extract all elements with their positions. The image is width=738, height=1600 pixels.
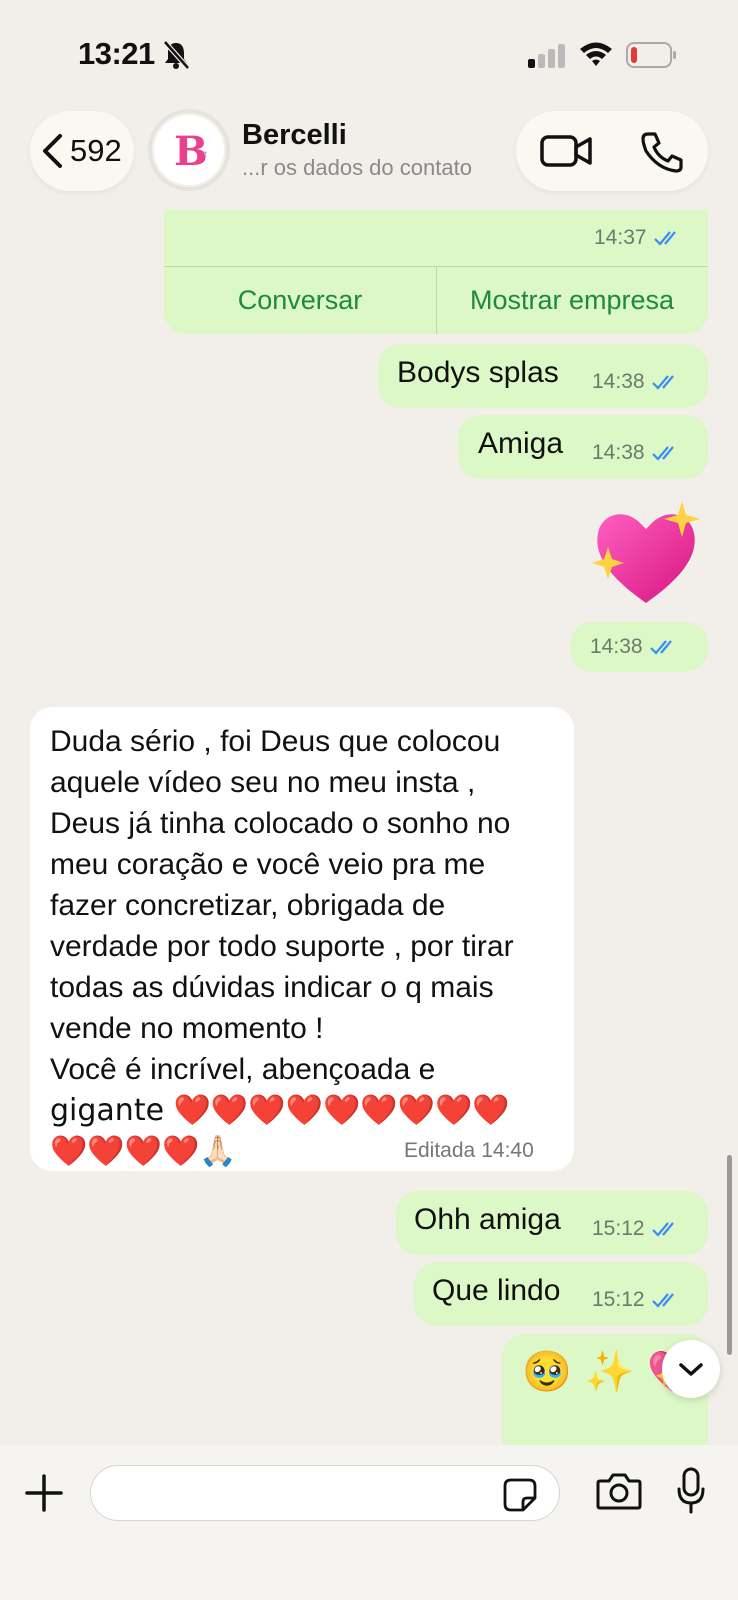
call-actions (516, 111, 708, 191)
message-line: aquele vídeo seu no meu insta , (50, 766, 476, 799)
message-time: 14:38 (592, 441, 645, 464)
chevron-down-icon (679, 1363, 703, 1376)
avatar-logo-icon: B (159, 120, 219, 180)
phone-call-icon[interactable] (640, 131, 684, 173)
message-text: Amiga (478, 427, 564, 460)
message-meta: Editada 14:40 (404, 1139, 534, 1163)
message-meta: 15:12 (592, 1217, 681, 1241)
contact-name[interactable]: Bercelli (242, 119, 347, 152)
message-time: 14:38 (590, 635, 643, 658)
status-time: 13:21 (78, 36, 155, 71)
read-ticks-icon (649, 640, 672, 655)
message-line: meu coração e você veio pra me (50, 848, 486, 881)
message-line: verdade por todo suporte , por tirar (50, 930, 514, 963)
avatar-letter: B (174, 128, 208, 175)
message-line: Duda sério , foi Deus que colocou (50, 725, 501, 758)
contact-subtitle[interactable]: ...r os dados do contato (242, 155, 472, 181)
message-input[interactable] (90, 1465, 560, 1521)
microphone-icon[interactable] (676, 1467, 706, 1515)
message-meta: 14:37 (594, 226, 683, 250)
message-meta: 15:12 (592, 1288, 681, 1312)
chat-with-business-button[interactable]: Conversar (164, 266, 436, 334)
message-line: Deus já tinha colocado o sonho no (50, 807, 511, 840)
message-outgoing[interactable]: 14:38 (570, 622, 708, 672)
read-ticks-icon (651, 375, 674, 390)
message-time: 14:37 (594, 226, 647, 249)
video-call-icon[interactable] (540, 131, 592, 171)
message-meta: 14:38 (592, 370, 681, 394)
message-meta: 14:38 (592, 441, 681, 465)
message-incoming[interactable]: Duda sério , foi Deus que colocou aquele… (30, 707, 574, 1171)
message-time: 14:40 (481, 1139, 534, 1162)
sparkling-heart-icon (592, 501, 700, 603)
input-bar (0, 1445, 738, 1600)
signal-icon (528, 44, 565, 68)
message-time: 15:12 (592, 1288, 645, 1311)
read-ticks-icon (651, 1222, 674, 1237)
message-text: Duda sério , foi Deus que colocou aquele… (50, 721, 560, 1172)
message-line: Você é incrível, abençoada e (50, 1053, 436, 1086)
avatar[interactable]: B (148, 109, 230, 191)
camera-icon[interactable] (596, 1471, 642, 1511)
scroll-to-bottom-button[interactable] (662, 1340, 720, 1398)
read-ticks-icon (653, 231, 676, 246)
message-meta: 14:38 (590, 635, 679, 659)
message-line: vende no momento ! (50, 1012, 324, 1045)
message-time: 15:12 (592, 1217, 645, 1240)
message-text: Que lindo (432, 1274, 561, 1307)
message-text: Ohh amiga (414, 1203, 561, 1236)
message-outgoing[interactable]: Amiga 14:38 (458, 415, 708, 479)
chat-messages[interactable]: 14:37 Conversar Mostrar empresa Bodys sp… (0, 210, 738, 1445)
chevron-left-icon (43, 134, 62, 168)
read-ticks-icon (651, 1293, 674, 1308)
scrollbar[interactable] (727, 1155, 732, 1355)
message-text: Bodys splas (397, 356, 559, 389)
status-bar: 13:21 (0, 0, 738, 105)
read-ticks-icon (651, 446, 674, 461)
message-line: fazer concretizar, obrigada de (50, 889, 446, 922)
plus-icon[interactable] (24, 1473, 64, 1513)
message-outgoing[interactable]: Ohh amiga 15:12 (396, 1191, 708, 1255)
edited-label: Editada (404, 1139, 476, 1162)
battery-icon (626, 42, 676, 68)
message-line: gigante ❤️❤️❤️❤️❤️❤️❤️❤️❤️ (50, 1093, 510, 1128)
sticker-message[interactable]: 💖 (586, 495, 706, 615)
business-card-message: 14:37 Conversar Mostrar empresa (164, 210, 708, 334)
message-line: todas as dúvidas indicar o q mais (50, 971, 494, 1004)
wifi-icon (580, 42, 612, 66)
bell-off-icon (163, 40, 190, 70)
unread-count: 592 (70, 133, 122, 168)
back-button[interactable]: 592 (30, 111, 134, 191)
sticker-icon[interactable] (503, 1478, 537, 1512)
show-business-button[interactable]: Mostrar empresa (436, 266, 708, 334)
chat-header: 592 B Bercelli ...r os dados do contato (0, 105, 738, 215)
message-outgoing[interactable]: Que lindo 15:12 (414, 1262, 708, 1326)
message-time: 14:38 (592, 370, 645, 393)
message-outgoing[interactable]: Bodys splas 14:38 (378, 344, 708, 408)
